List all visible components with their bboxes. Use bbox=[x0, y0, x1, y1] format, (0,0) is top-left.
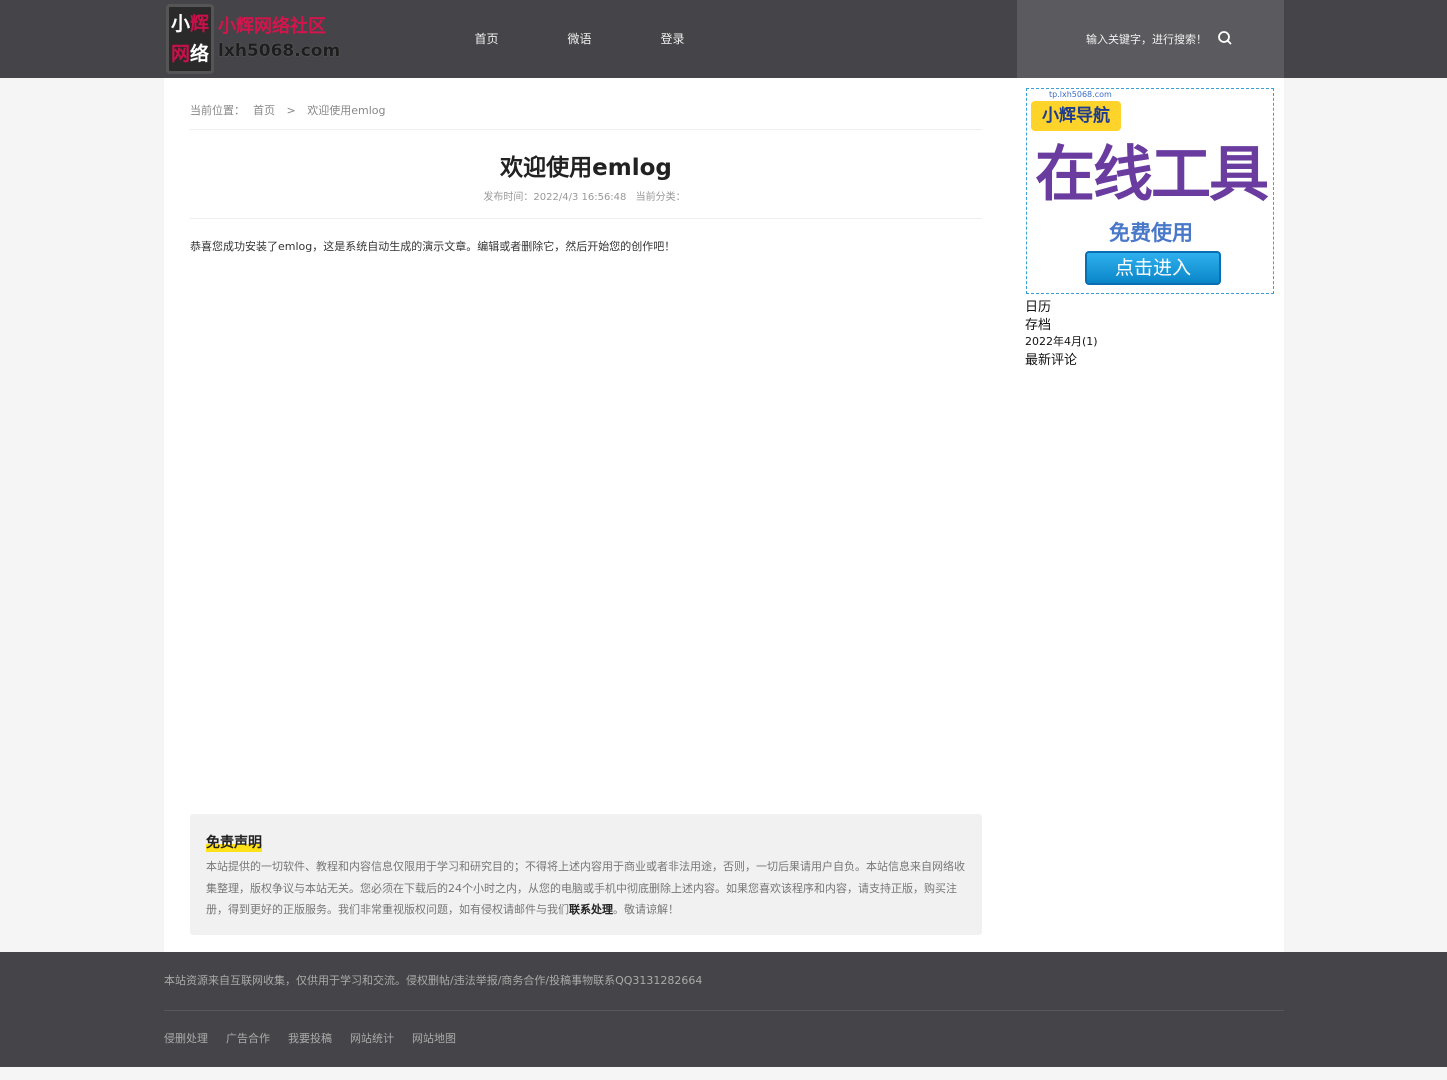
post-divider bbox=[190, 218, 982, 219]
logo-mark: 小 辉 网 络 bbox=[166, 4, 215, 74]
logo-domain: lxh5068.com bbox=[218, 41, 341, 61]
disclaimer-box: 免责声明 本站提供的一切软件、教程和内容信息仅限用于学习和研究目的；不得将上述内… bbox=[190, 814, 982, 935]
nav-weiyu[interactable]: 微语 bbox=[533, 0, 626, 78]
page-bottom-strip bbox=[0, 1067, 1447, 1080]
footer-link-sitemap[interactable]: 网站地图 bbox=[412, 1030, 456, 1046]
main-content: 当前位置： 首页 > 欢迎使用emlog 欢迎使用emlog 发布时间：2022/… bbox=[164, 78, 1284, 952]
footer-divider bbox=[164, 1010, 1284, 1011]
ad-enter-button[interactable]: 点击进入 bbox=[1085, 251, 1221, 285]
footer-links: 侵删处理 广告合作 我要投稿 网站统计 网站地图 bbox=[164, 1030, 474, 1046]
logo-char: 小 bbox=[171, 13, 191, 35]
logo-site-name: 小辉网络社区 bbox=[218, 16, 327, 37]
post-title: 欢迎使用emlog bbox=[500, 155, 672, 181]
breadcrumb-current: 欢迎使用emlog bbox=[307, 104, 386, 117]
ad-subheadline: 免费使用 bbox=[1109, 221, 1193, 245]
footer-link-ads[interactable]: 广告合作 bbox=[226, 1030, 270, 1046]
sidebar-ad-banner[interactable]: tp.lxh5068.com 小辉导航 在线工具 免费使用 点击进入 bbox=[1026, 88, 1274, 294]
search-box bbox=[1017, 0, 1284, 78]
post-category-label: 当前分类： bbox=[635, 192, 686, 203]
search-input[interactable] bbox=[1057, 27, 1207, 51]
breadcrumb: 当前位置： 首页 > 欢迎使用emlog bbox=[190, 102, 982, 130]
post-meta: 发布时间：2022/4/3 16:56:48 当前分类： bbox=[190, 188, 982, 203]
nav-home[interactable]: 首页 bbox=[440, 0, 533, 78]
logo-char: 网 bbox=[171, 43, 191, 65]
nav-login[interactable]: 登录 bbox=[626, 0, 719, 78]
post-date: 2022/4/3 16:56:48 bbox=[533, 192, 627, 203]
footer-link-report[interactable]: 侵删处理 bbox=[164, 1030, 208, 1046]
logo-char: 络 bbox=[190, 43, 210, 65]
ad-headline: 在线工具 bbox=[1035, 140, 1269, 210]
site-logo[interactable]: 小 辉 网 络 小辉网络社区 lxh5068.com bbox=[166, 4, 341, 74]
disclaimer-title: 免责声明 bbox=[206, 834, 262, 852]
site-footer: 本站资源来自互联网收集，仅供用于学习和交流。侵权删帖/违法举报/商务合作/投稿事… bbox=[0, 952, 1447, 1067]
sidebar-calendar-title: 日历 bbox=[1025, 300, 1052, 315]
sidebar-archive-item[interactable]: 2022年4月(1) bbox=[1025, 333, 1098, 349]
breadcrumb-separator: > bbox=[286, 104, 296, 117]
ad-url: tp.lxh5068.com bbox=[1049, 90, 1112, 99]
search-icon[interactable] bbox=[1215, 28, 1235, 48]
disclaimer-tail: 。敬请谅解！ bbox=[613, 903, 679, 916]
footer-link-stats[interactable]: 网站统计 bbox=[350, 1030, 394, 1046]
sidebar-comments-title: 最新评论 bbox=[1025, 353, 1078, 368]
footer-link-submit[interactable]: 我要投稿 bbox=[288, 1030, 332, 1046]
logo-char: 辉 bbox=[190, 13, 210, 35]
site-header: 小 辉 网 络 小辉网络社区 lxh5068.com 首页 微语 登录 bbox=[0, 0, 1447, 78]
main-nav: 首页 微语 登录 bbox=[440, 0, 719, 78]
sidebar-archive-title: 存档 bbox=[1025, 318, 1052, 333]
breadcrumb-prefix: 当前位置： bbox=[190, 104, 245, 117]
post-date-label: 发布时间： bbox=[483, 192, 534, 203]
disclaimer-text: 本站提供的一切软件、教程和内容信息仅限用于学习和研究目的；不得将上述内容用于商业… bbox=[206, 856, 966, 921]
breadcrumb-home-link[interactable]: 首页 bbox=[253, 104, 275, 117]
ad-badge: 小辉导航 bbox=[1031, 101, 1121, 131]
contact-link[interactable]: 联系处理 bbox=[569, 903, 613, 916]
post-body: 恭喜您成功安装了emlog，这是系统自动生成的演示文章。编辑或者删除它，然后开始… bbox=[190, 240, 676, 253]
footer-note: 本站资源来自互联网收集，仅供用于学习和交流。侵权删帖/违法举报/商务合作/投稿事… bbox=[164, 974, 703, 987]
